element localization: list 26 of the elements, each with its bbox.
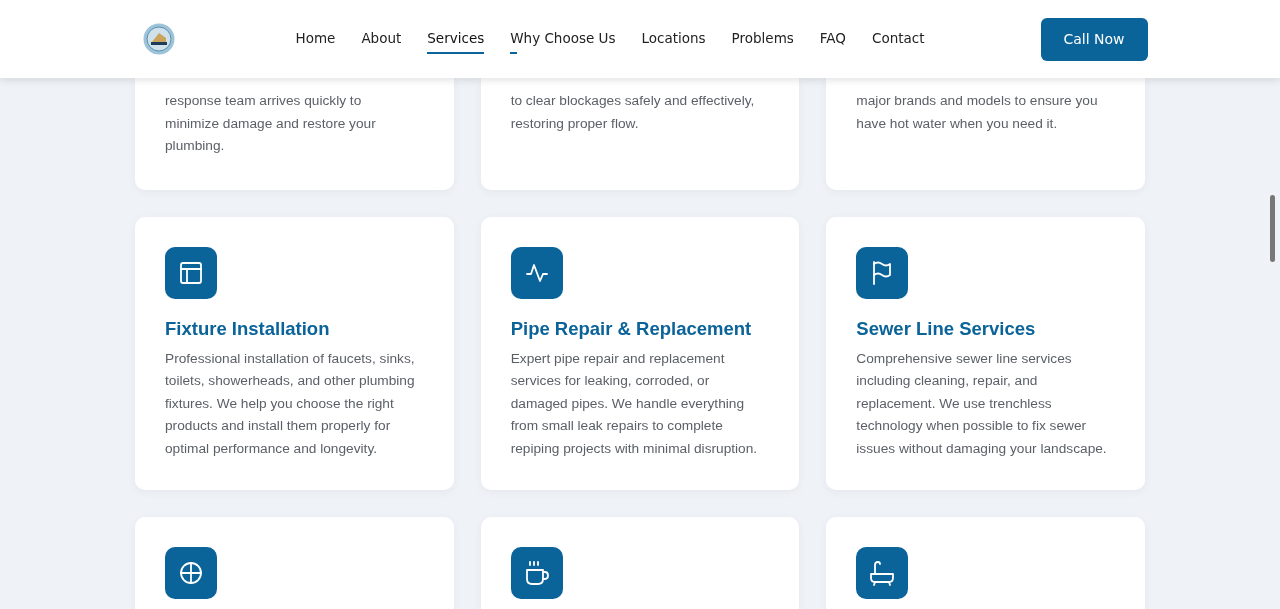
nav-link[interactable]: Locations (641, 24, 706, 54)
service-title: Pipe Repair & Replacement (510, 317, 753, 340)
nav-link[interactable]: Why Choose Us (510, 24, 616, 54)
service-description: major brands and models to ensure you have hot water when you need it. (856, 92, 1099, 133)
service-description: Comprehensive sewer line services including cleaning, repair, and replacement. We use trenchless technology when possible to fix sewer issues without damaging your landscape. (856, 349, 1108, 458)
call-now-button[interactable]: Call Now (1040, 17, 1148, 61)
service-description: to clear blockages safely and effectively, restoring proper flow. (510, 92, 756, 133)
logo-icon[interactable] (142, 23, 175, 55)
service-description: Professional installation of faucets, sinks, toilets, showerheads, and other plumbing fixtures. We help you choose the right products and install them properly for optimal performance and longevity. (165, 349, 416, 458)
cup-icon (510, 547, 563, 599)
pulse-icon (510, 246, 563, 299)
scrollbar-thumb[interactable] (1270, 195, 1275, 262)
service-description: Expert pipe repair and replacement services for leaking, corroded, or damaged pipes. We handle everything from small leak repairs to complete repiping projects with minimal disruption. (510, 349, 759, 458)
service-title: Fixture Installation (165, 317, 331, 340)
layout-icon (165, 246, 217, 299)
bathtub-icon (856, 547, 909, 599)
service-description: response team arrives quickly to minimize damage and restore your plumbing. (165, 92, 377, 155)
nav-link[interactable]: Problems (731, 24, 794, 54)
nav-link[interactable]: FAQ (819, 24, 846, 54)
service-title: Sewer Line Services (856, 317, 1037, 340)
circle-cross-icon (165, 547, 217, 599)
nav-link[interactable]: About (361, 24, 402, 54)
nav-link[interactable]: Home (295, 24, 336, 54)
nav-link[interactable]: Services (427, 24, 485, 54)
nav-link[interactable]: Contact (872, 24, 925, 54)
flag-icon (856, 246, 909, 299)
